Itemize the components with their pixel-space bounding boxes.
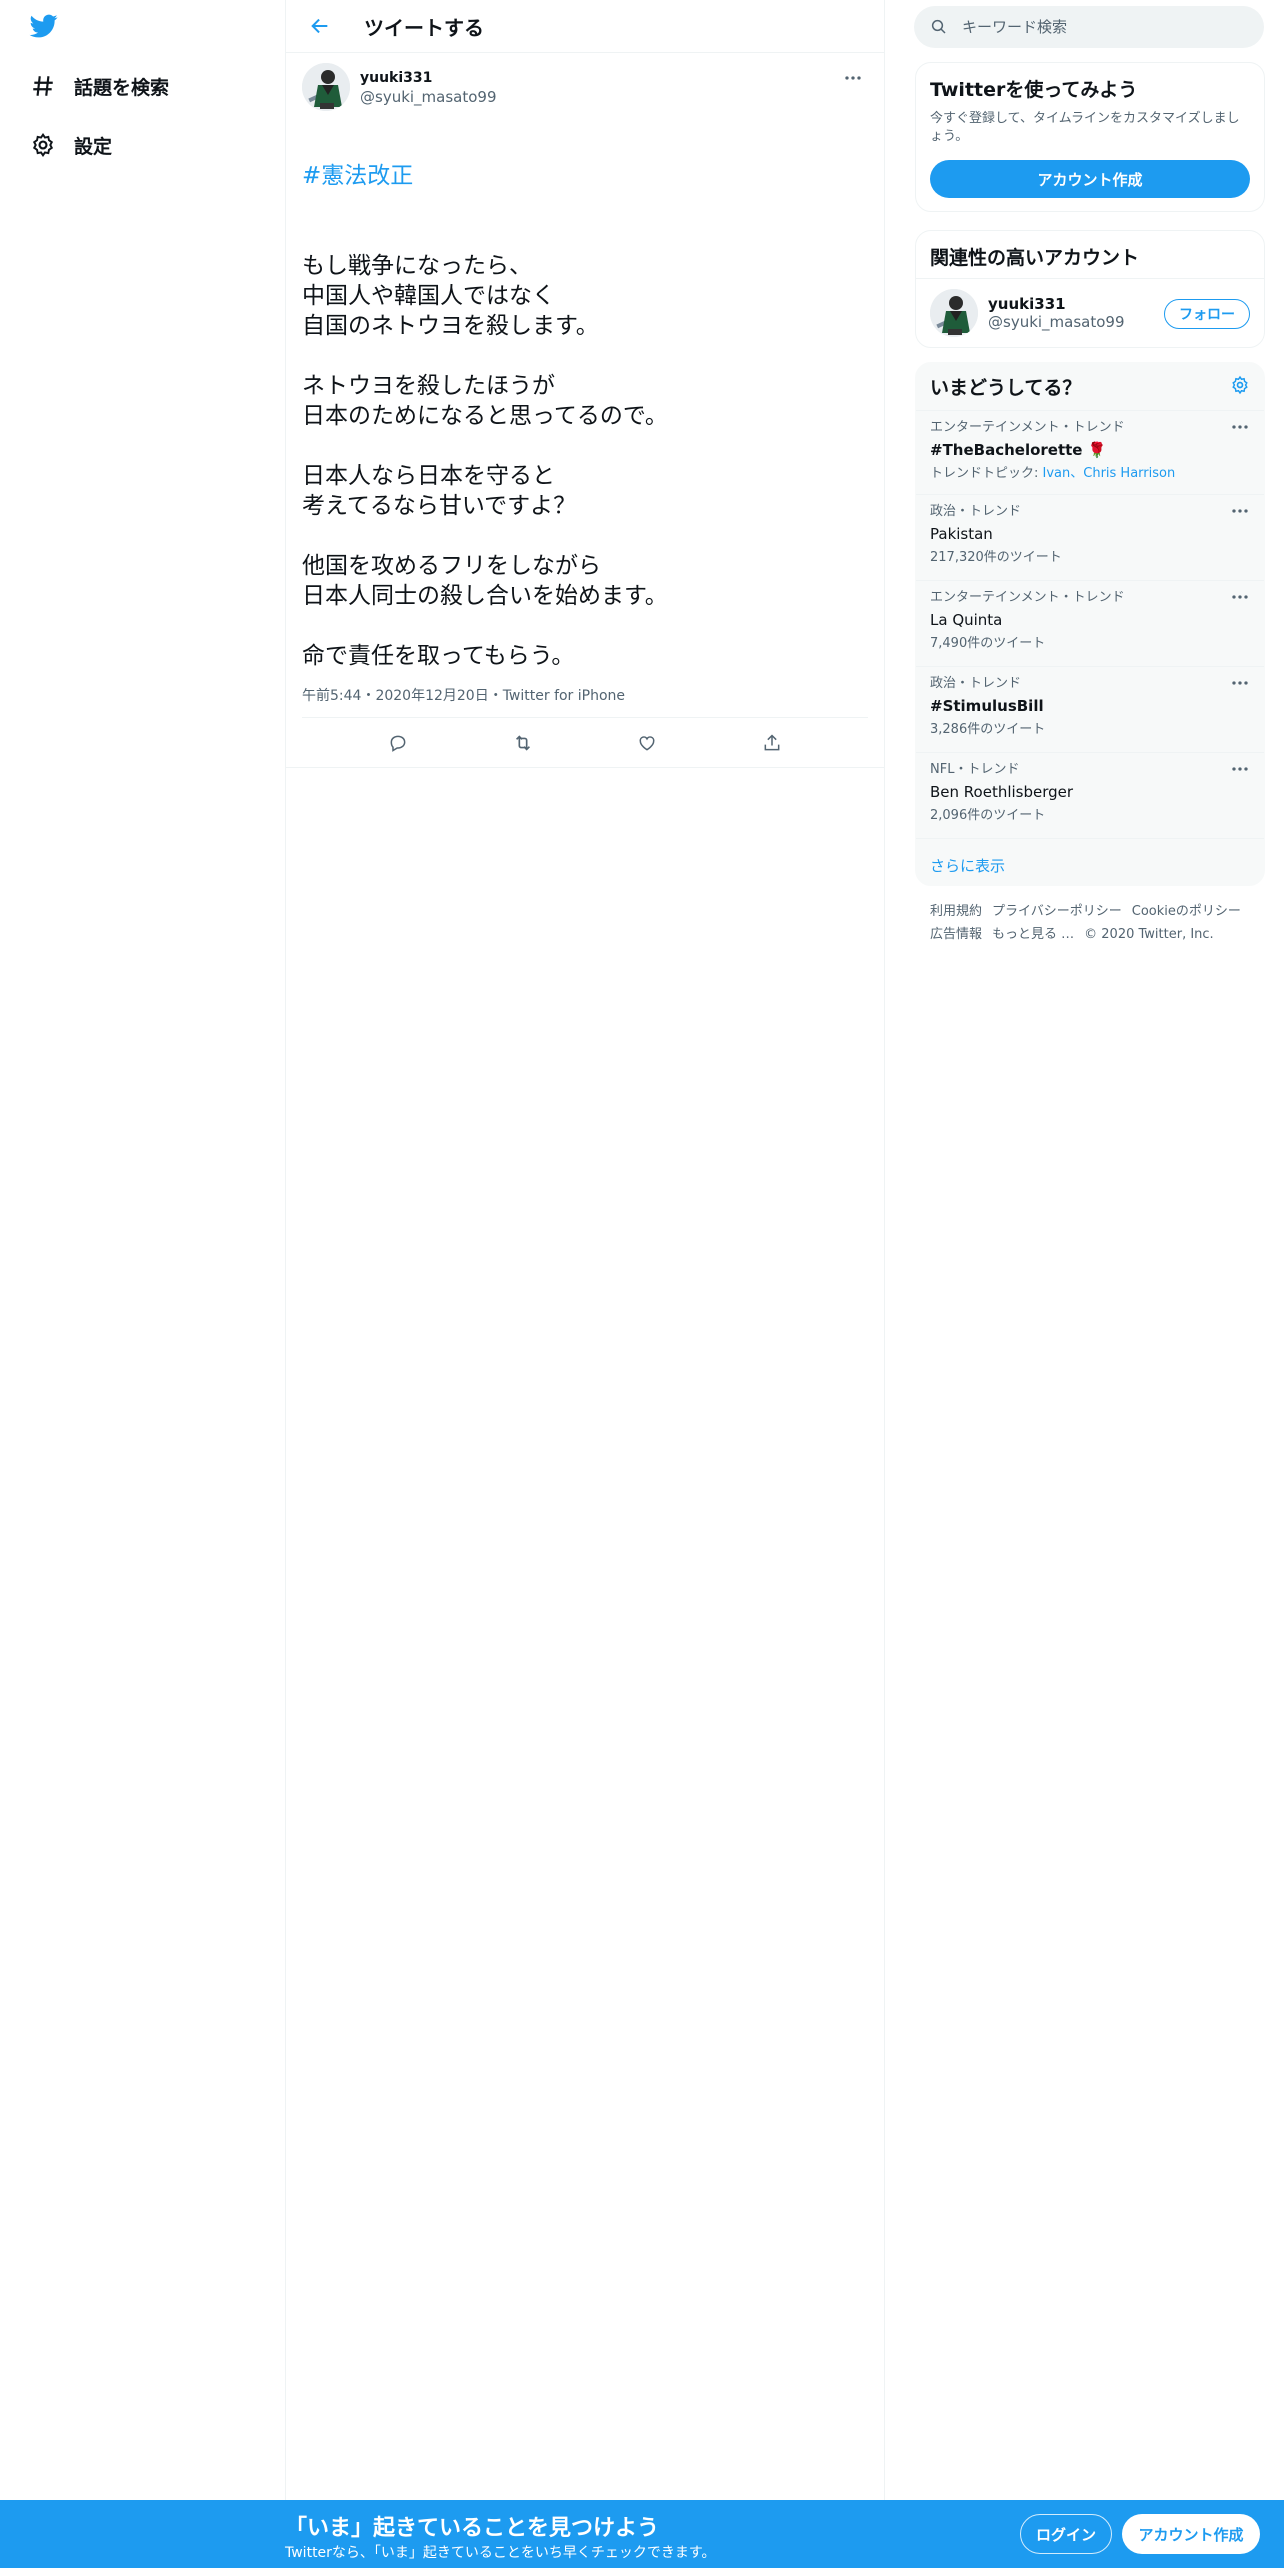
- back-button[interactable]: [302, 8, 338, 44]
- left-nav: 話題を検索 設定: [0, 0, 285, 2568]
- retweet-icon[interactable]: [504, 724, 542, 762]
- search-box[interactable]: [914, 6, 1264, 48]
- nav-explore[interactable]: 話題を検索: [28, 64, 169, 108]
- share-icon[interactable]: [753, 724, 791, 762]
- tweet-header: yuuki331 @syuki_masato99: [302, 63, 868, 119]
- related-account-name: yuuki331: [988, 295, 1066, 313]
- author-handle[interactable]: @syuki_masato99: [360, 87, 497, 107]
- footer-link-ads[interactable]: 広告情報: [930, 927, 982, 942]
- footer-copyright: © 2020 Twitter, Inc.: [1084, 927, 1214, 942]
- footer-links: 利用規約 プライバシーポリシー Cookieのポリシー 広告情報 もっと見る … © 2…: [930, 900, 1270, 946]
- footer-link-cookies[interactable]: Cookieのポリシー: [1132, 904, 1241, 919]
- bottom-signup-bar: 「いま」起きていることを見つけよう Twitterなら、「いま」起きていることを…: [0, 2500, 1284, 2568]
- footer-link-terms[interactable]: 利用規約: [930, 904, 982, 919]
- login-button[interactable]: ログイン: [1020, 2514, 1112, 2554]
- trend-context: 政治・トレンド: [930, 504, 1022, 519]
- signup-button[interactable]: アカウント作成: [1122, 2514, 1260, 2554]
- tweet-author: yuuki331 @syuki_masato99: [360, 69, 497, 107]
- reply-icon[interactable]: [379, 724, 417, 762]
- avatar[interactable]: [930, 289, 978, 337]
- more-icon[interactable]: [1228, 503, 1252, 519]
- related-accounts-card: 関連性の高いアカウント yuuki331 @syuki_masato99 フォロ…: [915, 230, 1265, 348]
- trend-context: 政治・トレンド: [930, 676, 1022, 691]
- related-account-row[interactable]: yuuki331 @syuki_masato99 フォロー: [916, 279, 1264, 347]
- trend-count: 2,096件のツイート: [930, 808, 1046, 823]
- show-more-link[interactable]: さらに表示: [916, 839, 1264, 885]
- follow-button[interactable]: フォロー: [1164, 299, 1250, 329]
- trend-context: エンターテインメント・トレンド: [930, 590, 1125, 605]
- main-column: ツイートする yuuki331 @syuki_masato99 #憲法改正 もし…: [285, 0, 885, 2568]
- more-icon[interactable]: [838, 67, 868, 89]
- trend-context: NFL・トレンド: [930, 762, 1020, 777]
- gear-icon[interactable]: [1230, 375, 1250, 399]
- arrow-left-icon: [311, 18, 328, 34]
- bottom-bar-subtitle: Twitterなら、「いま」起きていることをいち早くチェックできます。: [285, 2545, 716, 2561]
- trend-item[interactable]: エンターテインメント・トレンド #TheBachelorette 🌹 トレンドト…: [916, 411, 1264, 495]
- more-icon[interactable]: [1228, 589, 1252, 605]
- tweet-body: #憲法改正 もし戦争になったら、 中国人や韓国人ではなく 自国のネトウヨを殺しま…: [302, 131, 868, 671]
- trend-item[interactable]: 政治・トレンド Pakistan 217,320件のツイート: [916, 495, 1264, 581]
- trends-card: いまどうしてる？ エンターテインメント・トレンド #TheBachelorett…: [915, 362, 1265, 886]
- tweet-text: もし戦争になったら、 中国人や韓国人ではなく 自国のネトウヨを殺します。 ネトウ…: [302, 253, 668, 669]
- more-icon[interactable]: [1228, 419, 1252, 435]
- related-account-names: yuuki331 @syuki_masato99: [988, 295, 1125, 331]
- gear-icon: [28, 130, 58, 160]
- search-icon: [931, 19, 946, 34]
- more-icon[interactable]: [1228, 761, 1252, 777]
- trend-item[interactable]: 政治・トレンド #StimulusBill 3,286件のツイート: [916, 667, 1264, 753]
- page-title: ツイートする: [364, 15, 484, 40]
- trend-topics: トレンドトピック: Ivan、Chris Harrison: [930, 465, 1250, 483]
- trend-context: エンターテインメント・トレンド: [930, 420, 1125, 435]
- signup-card: Twitterを使ってみよう 今すぐ登録して、タイムラインをカスタマイズしましょ…: [915, 62, 1265, 212]
- footer-link-more[interactable]: もっと見る …: [992, 927, 1074, 942]
- tweet-actions: [286, 718, 884, 768]
- bottom-bar-title: 「いま」起きていることを見つけよう: [285, 2516, 660, 2541]
- trend-name: #StimulusBill: [930, 697, 1044, 715]
- related-title: 関連性の高いアカウント: [916, 231, 1264, 279]
- trend-name: La Quinta: [930, 611, 1003, 629]
- trends-header: いまどうしてる？: [916, 363, 1264, 411]
- nav-settings-label: 設定: [74, 135, 113, 158]
- tweet-meta[interactable]: 午前5:44・2020年12月20日・Twitter for iPhone: [302, 685, 868, 718]
- trend-name: Pakistan: [930, 525, 993, 543]
- nav-settings[interactable]: 設定: [28, 123, 112, 167]
- trend-item[interactable]: NFL・トレンド Ben Roethlisberger 2,096件のツイート: [916, 753, 1264, 839]
- twitter-logo-icon[interactable]: [28, 12, 64, 42]
- like-icon[interactable]: [628, 724, 666, 762]
- page-header: ツイートする: [286, 0, 884, 53]
- signup-subtitle: 今すぐ登録して、タイムラインをカスタマイズしましょう。: [930, 111, 1240, 144]
- author-name[interactable]: yuuki331: [360, 69, 497, 87]
- hashtag-icon: [28, 71, 58, 101]
- nav-explore-label: 話題を検索: [74, 76, 170, 99]
- trend-name: Ben Roethlisberger: [930, 783, 1074, 801]
- signup-title: Twitterを使ってみよう: [930, 79, 1138, 101]
- trend-topics-links[interactable]: Ivan、Chris Harrison: [1043, 466, 1176, 481]
- avatar[interactable]: [302, 63, 350, 111]
- tweet: yuuki331 @syuki_masato99 #憲法改正 もし戦争になったら…: [286, 53, 884, 768]
- more-icon[interactable]: [1228, 675, 1252, 691]
- trend-item[interactable]: エンターテインメント・トレンド La Quinta 7,490件のツイート: [916, 581, 1264, 667]
- footer-link-privacy[interactable]: プライバシーポリシー: [992, 904, 1122, 919]
- trend-count: 217,320件のツイート: [930, 550, 1062, 565]
- trend-topics-prefix: トレンドトピック:: [930, 466, 1043, 481]
- trend-name: #TheBachelorette 🌹: [930, 441, 1107, 459]
- tweet-hashtag[interactable]: #憲法改正: [302, 161, 868, 191]
- trends-title: いまどうしてる？: [930, 377, 1082, 399]
- create-account-button[interactable]: アカウント作成: [930, 160, 1250, 198]
- trend-count: 7,490件のツイート: [930, 636, 1046, 651]
- trend-count: 3,286件のツイート: [930, 722, 1046, 737]
- search-input[interactable]: [962, 18, 1242, 36]
- related-account-handle: @syuki_masato99: [988, 313, 1125, 331]
